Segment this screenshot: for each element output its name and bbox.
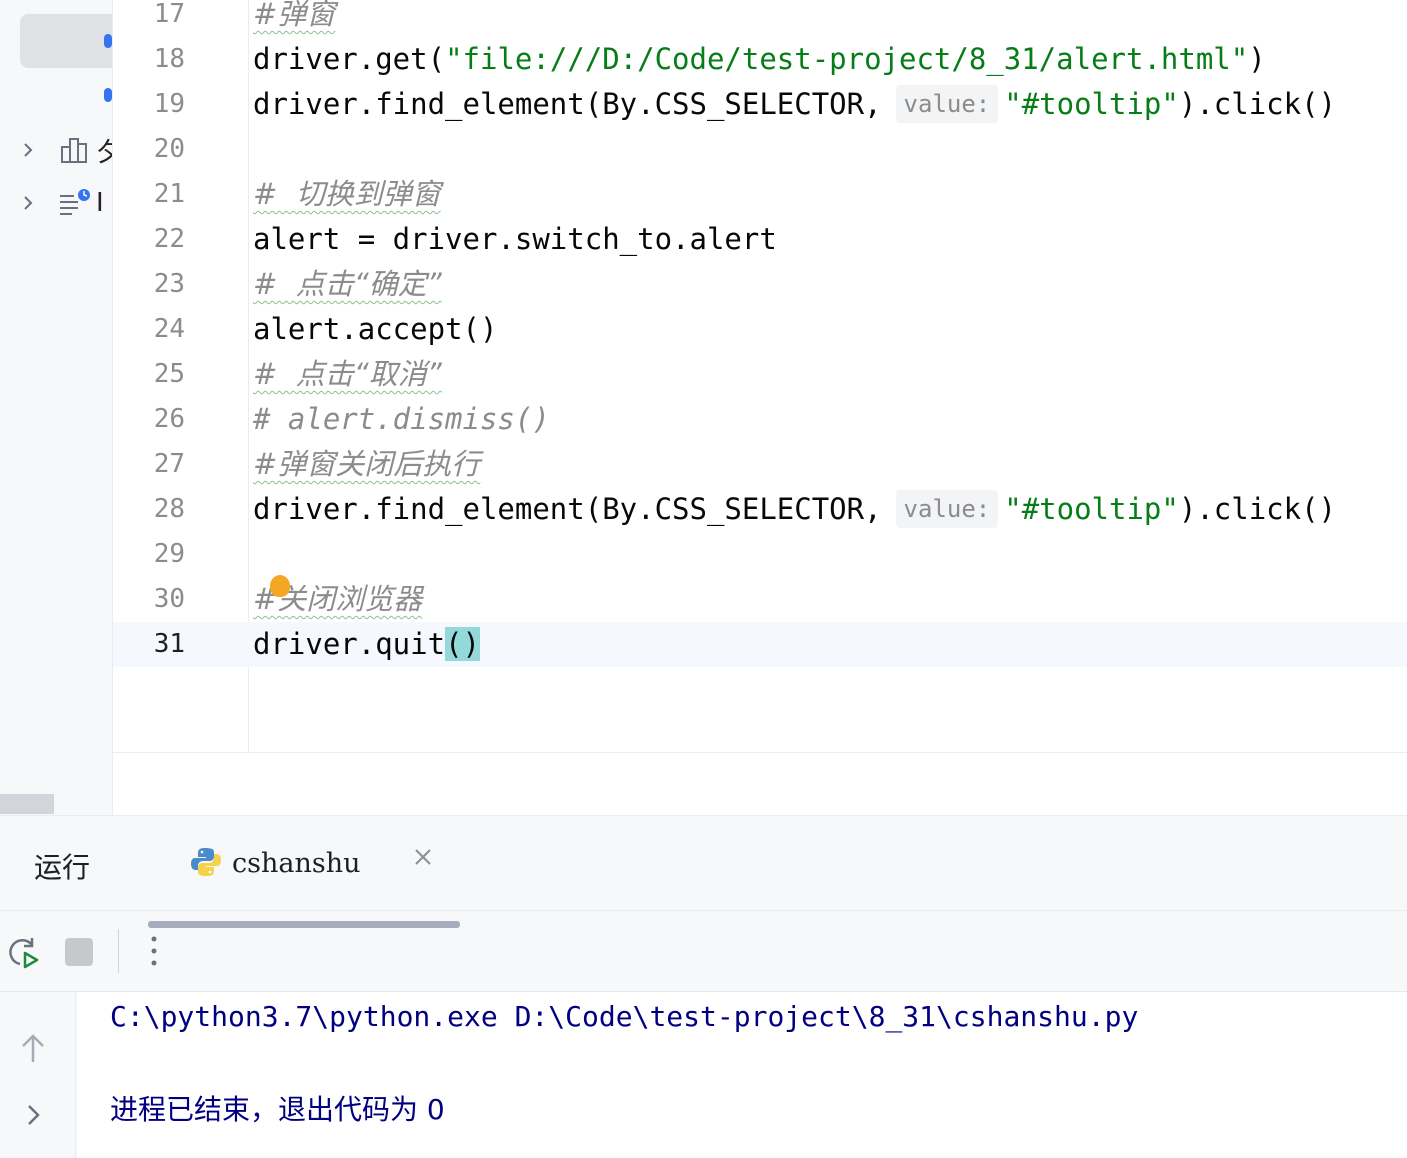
line-number: 18 [153,44,185,74]
code-text: # 点击“取消” [253,352,442,397]
code-token: alert = driver.switch_to.alert [253,222,777,256]
code-text: # 切换到弹窗 [253,172,441,217]
code-token: ).click() [1178,87,1336,121]
code-line[interactable]: 29 [113,532,1407,577]
run-tab-cshanshu[interactable]: cshanshu [148,834,460,928]
file-dot-icon [104,88,112,102]
chevron-right-icon[interactable] [18,193,38,213]
code-line[interactable]: 23 # 点击“确定” [113,262,1407,307]
comment: # 切换到弹窗 [253,177,441,211]
code-text: # 点击“确定” [253,262,442,307]
string-literal: "file:///D:/Code/test-project/8_31/alert… [445,42,1249,76]
file-dot-icon [104,34,112,48]
comment: # alert.dismiss() [253,402,550,436]
comment: #弹窗关闭后执行 [253,447,481,481]
console-output[interactable]: C:\python3.7\python.exe D:\Code\test-pro… [77,992,1407,1158]
code-token: driver.find_element(By.CSS_SELECTOR, [253,492,882,526]
code-editor[interactable]: 17 #弹窗 18 driver.get("file:///D:/Code/test-… [113,0,1407,815]
tree-item-label: I [96,188,104,218]
matched-brace: () [445,627,480,661]
string-literal: "#tooltip" [1004,87,1179,121]
editor-bottom-border [113,752,1407,753]
run-window-title: 运行 [34,851,91,884]
tree-selected-row[interactable] [20,14,112,68]
console-line-exit: 进程已结束，退出代码为 0 [110,1093,445,1126]
code-text: #弹窗 [253,0,335,37]
line-number: 28 [153,494,185,524]
project-sidebar: 夕 I [0,0,113,815]
line-number: 22 [153,224,185,254]
code-line[interactable]: 19 driver.find_element(By.CSS_SELECTOR, va… [113,82,1407,127]
line-number: 30 [153,584,185,614]
code-text: alert.accept() [253,307,497,352]
run-toolbar [0,911,1407,991]
code-text: # alert.dismiss() [253,397,550,442]
tree-item-scratches[interactable]: I [18,188,104,218]
code-line-current[interactable]: 31 driver.quit() [113,622,1407,667]
parameter-hint: value: [895,490,999,528]
line-number: 26 [153,404,185,434]
line-number: 25 [153,359,185,389]
horizontal-scrollbar[interactable] [0,794,54,814]
code-line[interactable]: 27 #弹窗关闭后执行 [113,442,1407,487]
console-side-toolbar [0,992,76,1158]
code-token: alert.accept() [253,312,498,346]
line-number: 31 [153,629,185,659]
run-tool-window: 运行 cshanshu C:\python3.7\python.exe D:\C… [0,815,1407,1158]
console-line-command: C:\python3.7\python.exe D:\Code\test-pro… [110,1000,1139,1033]
parameter-hint: value: [895,85,999,123]
code-line[interactable]: 22 alert = driver.switch_to.alert [113,217,1407,262]
close-icon[interactable] [412,846,434,868]
code-token: ) [1248,42,1266,76]
line-number: 19 [153,89,185,119]
line-number: 29 [153,539,185,569]
run-tab-label: cshanshu [232,848,361,879]
bar-chart-icon [61,138,87,163]
comment: # 点击“确定” [253,267,442,301]
line-number: 27 [153,449,185,479]
tree-item-external-libraries[interactable]: 夕 [18,135,112,168]
code-text: driver.find_element(By.CSS_SELECTOR, valu… [253,82,1336,127]
comment: # 点击“取消” [253,357,442,391]
rerun-icon[interactable] [6,935,40,969]
code-token: driver.get( [253,42,446,76]
python-icon [191,848,221,876]
code-line[interactable]: 17 #弹窗 [113,0,1407,37]
line-number: 17 [153,0,185,29]
code-text: driver.quit() [253,622,480,667]
code-line[interactable]: 18 driver.get("file:///D:/Code/test-proje… [113,37,1407,82]
list-clock-icon [60,189,90,215]
line-number: 21 [153,179,185,209]
code-line[interactable]: 24 alert.accept() [113,307,1407,352]
code-text: alert = driver.switch_to.alert [253,217,777,262]
line-number: 20 [153,134,185,164]
code-line[interactable]: 30 #关闭浏览器 [113,577,1407,622]
code-line[interactable]: 28 driver.find_element(By.CSS_SELECTOR, va… [113,487,1407,532]
code-line[interactable]: 25 # 点击“取消” [113,352,1407,397]
stop-button[interactable] [65,938,93,966]
code-token: driver.quit [253,627,446,661]
arrow-up-icon[interactable] [20,1032,46,1064]
line-number: 24 [153,314,185,344]
comment: #弹窗 [253,0,336,31]
string-literal: "#tooltip" [1004,492,1179,526]
code-text: driver.get("file:///D:/Code/test-project… [253,37,1266,82]
code-text: driver.find_element(By.CSS_SELECTOR, valu… [253,487,1336,532]
code-line[interactable]: 21 # 切换到弹窗 [113,172,1407,217]
intention-bulb-icon[interactable] [270,575,290,597]
toolbar-divider [118,929,119,973]
chevron-right-icon[interactable] [18,140,38,160]
code-token: driver.find_element(By.CSS_SELECTOR, [253,87,882,121]
code-line[interactable]: 20 [113,127,1407,172]
chevron-right-icon[interactable] [22,1102,44,1128]
line-number: 23 [153,269,185,299]
code-token: ).click() [1178,492,1336,526]
tree-item-label: 夕 [96,132,112,169]
more-options-icon[interactable] [144,933,164,969]
code-line[interactable]: 26 # alert.dismiss() [113,397,1407,442]
code-text: #弹窗关闭后执行 [253,442,480,487]
